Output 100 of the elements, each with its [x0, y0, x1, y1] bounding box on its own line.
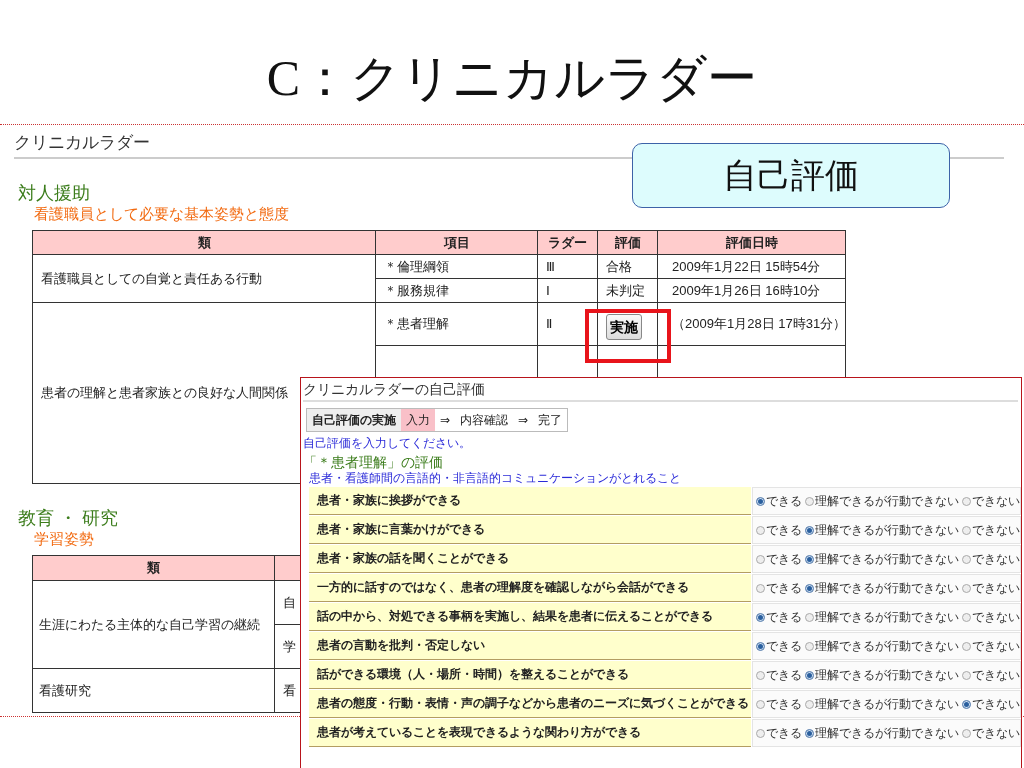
column-header: 評価: [614, 234, 641, 250]
column-header: 類: [197, 234, 211, 250]
table-cell: ＊倫理綱領: [384, 258, 449, 274]
radio-label: できる: [766, 695, 802, 713]
date-cell: 2009年1月26日 16時10分: [672, 282, 821, 298]
radio-button[interactable]: [805, 699, 814, 709]
table-cell: Ⅲ: [546, 258, 555, 274]
step-bar-title: 自己評価の実施: [307, 409, 401, 431]
date-cell: （2009年1月28日 17時31分）: [672, 316, 845, 331]
radio-label: できない: [972, 492, 1020, 510]
table-cell: 合格: [606, 258, 632, 274]
table-cell: ＊服務規律: [384, 282, 449, 298]
table-cell: Ⅱ: [546, 316, 553, 331]
radio-button[interactable]: [962, 496, 971, 506]
radio-label: できない: [972, 550, 1020, 568]
radio-label: 理解できるが行動できない: [815, 550, 959, 568]
radio-label: 理解できるが行動できない: [815, 492, 959, 510]
table-cell: 看: [283, 682, 296, 698]
question-cell: 話の中から、対処できる事柄を実施し、結果を患者に伝えることができる: [309, 603, 751, 631]
instruction-text: 自己評価を入力してください。: [303, 436, 471, 451]
radio-label: できない: [972, 608, 1020, 626]
radio-button[interactable]: [756, 612, 765, 622]
radio-label: できる: [766, 637, 802, 655]
section-heading: 教育 ・ 研究: [18, 507, 118, 529]
radio-button[interactable]: [962, 670, 971, 680]
column-header: 評価日時: [725, 234, 778, 250]
dialog-title: クリニカルラダーの自己評価: [303, 378, 1018, 402]
radio-button[interactable]: [756, 583, 765, 593]
radio-label: できる: [766, 492, 802, 510]
radio-button[interactable]: [805, 496, 814, 506]
radio-button[interactable]: [756, 699, 765, 709]
radio-button[interactable]: [756, 554, 765, 564]
question-cell: 患者・家族の話を聞くことができる: [309, 545, 751, 573]
table-cell: Ⅰ: [546, 282, 550, 298]
radio-button[interactable]: [805, 525, 814, 535]
radio-label: 理解できるが行動できない: [815, 695, 959, 713]
radio-label: 理解できるが行動できない: [815, 521, 959, 539]
radio-button[interactable]: [756, 670, 765, 680]
radio-button[interactable]: [805, 612, 814, 622]
radio-label: 理解できるが行動できない: [815, 637, 959, 655]
radio-label: できる: [766, 521, 802, 539]
section-subheading: 看護職員として必要な基本姿勢と態度: [34, 204, 289, 224]
radio-button[interactable]: [962, 641, 971, 651]
column-header: ラダー: [548, 234, 587, 250]
table-cell: 学: [283, 638, 296, 654]
category-cell: 生涯にわたる主体的な自己学習の継続: [39, 616, 260, 632]
run-button[interactable]: 実施: [606, 314, 642, 340]
step-item: 入力: [401, 409, 435, 431]
radio-button[interactable]: [805, 641, 814, 651]
radio-label: できない: [972, 579, 1020, 597]
category-cell: 看護研究: [39, 682, 91, 698]
radio-label: できる: [766, 608, 802, 626]
step-item: 内容確認: [459, 412, 510, 429]
radio-label: できる: [766, 579, 802, 597]
column-header: 項目: [443, 234, 470, 250]
slide-title: C：クリニカルラダー: [266, 49, 758, 108]
radio-label: できない: [972, 724, 1020, 742]
date-cell: 2009年1月22日 15時54分: [672, 258, 821, 274]
radio-label: 理解できるが行動できない: [815, 724, 959, 742]
radio-button[interactable]: [805, 554, 814, 564]
radio-label: できない: [972, 637, 1020, 655]
radio-label: できない: [972, 521, 1020, 539]
category-cell: 患者の理解と患者家族との良好な人間関係: [41, 385, 288, 400]
step-item: 完了: [537, 412, 564, 429]
category-cell: 看護職員としての自覚と責任ある行動: [41, 270, 262, 286]
question-cell: 患者・家族に言葉かけができる: [309, 516, 751, 544]
radio-button[interactable]: [805, 583, 814, 593]
radio-button[interactable]: [962, 525, 971, 535]
question-cell: 患者の態度・行動・表情・声の調子などから患者のニーズに気づくことができる: [309, 690, 751, 718]
radio-label: できない: [972, 666, 1020, 684]
radio-label: 理解できるが行動できない: [815, 666, 959, 684]
question-cell: 患者の言動を批判・否定しない: [309, 632, 751, 660]
radio-button[interactable]: [962, 612, 971, 622]
radio-label: できる: [766, 724, 802, 742]
question-cell: 患者・家族に挨拶ができる: [309, 487, 751, 515]
radio-label: できない: [972, 695, 1020, 713]
radio-label: 理解できるが行動できない: [815, 579, 959, 597]
radio-button[interactable]: [962, 583, 971, 593]
question-cell: 一方的に話すのではなく、患者の理解度を確認しながら会話ができる: [309, 574, 751, 602]
table-cell: 自: [283, 594, 296, 610]
evaluation-subheading: 患者・看護師間の言語的・非言語的コミュニケーションがとれること: [309, 471, 681, 486]
radio-label: 理解できるが行動できない: [815, 608, 959, 626]
radio-button[interactable]: [805, 670, 814, 680]
step-arrow: ⇒: [439, 412, 452, 429]
radio-button[interactable]: [962, 554, 971, 564]
evaluation-heading: 「＊患者理解」の評価: [303, 453, 443, 471]
radio-button[interactable]: [756, 728, 765, 738]
table-cell: ＊患者理解: [384, 316, 449, 331]
table-cell: 未判定: [606, 282, 645, 298]
column-header: 類: [147, 560, 160, 575]
radio-label: できる: [766, 666, 802, 684]
radio-button[interactable]: [756, 525, 765, 535]
section-subheading: 学習姿勢: [34, 529, 94, 549]
step-arrow: ⇒: [517, 412, 530, 429]
radio-button[interactable]: [756, 496, 765, 506]
section-heading: 対人援助: [18, 182, 90, 204]
radio-button[interactable]: [962, 728, 971, 738]
question-cell: 患者が考えていることを表現できるような関わり方ができる: [309, 719, 751, 747]
radio-label: できる: [766, 550, 802, 568]
question-cell: 話ができる環境（人・場所・時間）を整えることができる: [309, 661, 751, 689]
